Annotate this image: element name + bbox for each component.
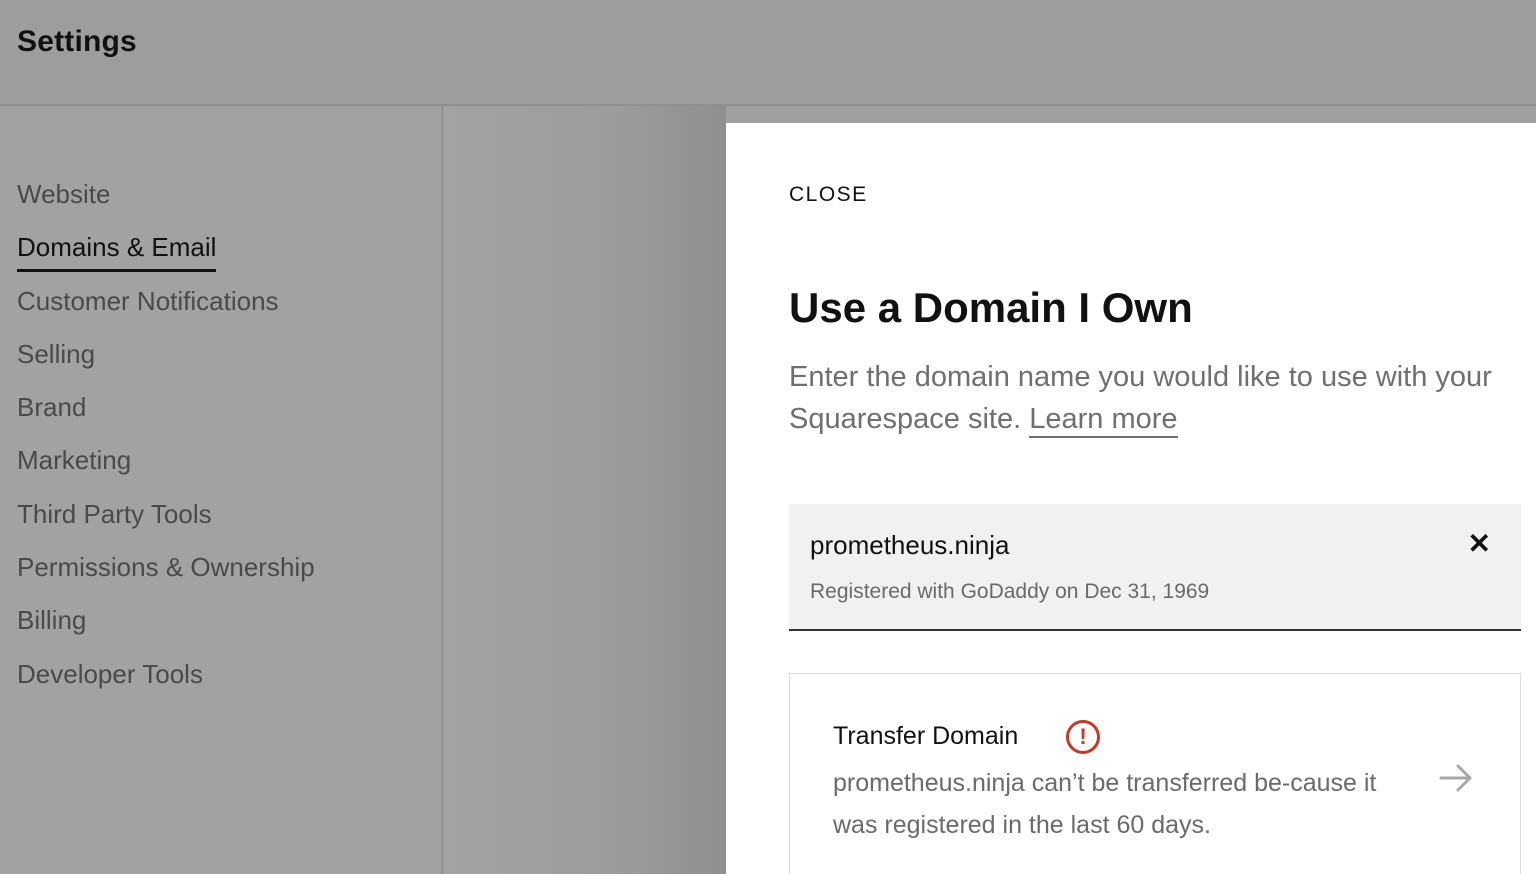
sidebar-item-selling[interactable]: Selling bbox=[17, 339, 95, 370]
modal-title: Use a Domain I Own bbox=[789, 284, 1193, 331]
transfer-domain-description: prometheus.ninja can’t be transferred be… bbox=[833, 769, 1377, 839]
modal-description: Enter the domain name you would like to … bbox=[789, 356, 1529, 440]
sidebar-item-marketing[interactable]: Marketing bbox=[17, 445, 131, 476]
settings-page: Settings Website Domains & Email Custome… bbox=[0, 0, 1536, 874]
transfer-domain-option[interactable]: Transfer Domain ! prometheus.ninja can’t… bbox=[789, 673, 1521, 874]
domain-field[interactable]: prometheus.ninja Registered with GoDaddy… bbox=[789, 504, 1521, 631]
settings-header: Settings bbox=[0, 0, 1536, 106]
transfer-domain-title: Transfer Domain bbox=[833, 722, 1019, 750]
sidebar-item-brand[interactable]: Brand bbox=[17, 392, 86, 423]
exclamation-circle-icon: ! bbox=[1066, 720, 1100, 754]
page-title: Settings bbox=[17, 25, 137, 58]
sidebar-item-developer-tools[interactable]: Developer Tools bbox=[17, 659, 203, 690]
sidebar-item-domains-email[interactable]: Domains & Email bbox=[17, 232, 217, 272]
sidebar-item-website[interactable]: Website bbox=[17, 179, 110, 210]
domain-name-value: prometheus.ninja bbox=[810, 530, 1010, 560]
close-button[interactable]: CLOSE bbox=[789, 183, 868, 207]
sidebar-item-customer-notifications[interactable]: Customer Notifications bbox=[17, 286, 279, 317]
sidebar-item-permissions-ownership[interactable]: Permissions & Ownership bbox=[17, 552, 315, 583]
use-domain-modal: CLOSE Use a Domain I Own Enter the domai… bbox=[726, 123, 1536, 874]
domain-registration-info: Registered with GoDaddy on Dec 31, 1969 bbox=[810, 580, 1210, 603]
close-icon[interactable]: ✕ bbox=[1468, 530, 1491, 558]
settings-sidebar: Website Domains & Email Customer Notific… bbox=[0, 106, 443, 874]
sidebar-item-third-party-tools[interactable]: Third Party Tools bbox=[17, 499, 212, 530]
dimmed-overlay bbox=[445, 106, 726, 874]
arrow-right-icon[interactable] bbox=[1438, 760, 1474, 796]
learn-more-link[interactable]: Learn more bbox=[1029, 403, 1178, 438]
sidebar-item-billing[interactable]: Billing bbox=[17, 605, 86, 636]
